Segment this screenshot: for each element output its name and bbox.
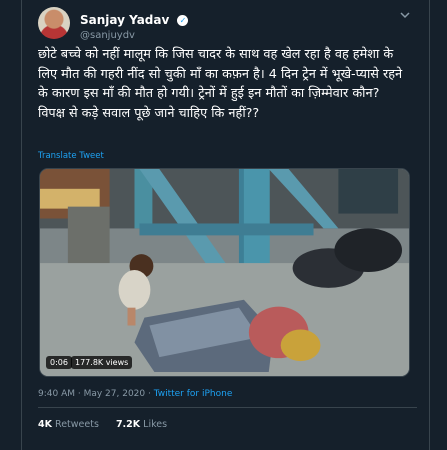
avatar[interactable] [38,7,70,39]
video-view-count: 177.8K views [71,356,133,369]
translate-tweet-link[interactable]: Translate Tweet [38,151,104,161]
tweet-stats: 4K Retweets 7.2K Likes [38,419,181,430]
retweets-label: Retweets [55,419,99,430]
tweet-timestamp[interactable]: 9:40 AM · May 27, 2020 · [38,389,154,399]
user-info[interactable]: Sanjay Yadav ✓ @sanjuydv [80,9,189,41]
video-player[interactable]: 0:06 177.8K views [39,168,410,377]
video-thumbnail [40,169,409,376]
retweets-stat[interactable]: 4K Retweets [38,419,99,430]
verified-badge-icon: ✓ [177,15,189,26]
tweet-metadata: 9:40 AM · May 27, 2020 · Twitter for iPh… [38,389,232,399]
chevron-down-icon[interactable] [399,9,411,21]
tweet-text: छोटे बच्चे को नहीं मालूम कि जिस चादर के … [38,47,407,121]
display-name[interactable]: Sanjay Yadav [80,13,169,27]
retweets-count: 4K [38,419,52,430]
tweet-header: Sanjay Yadav ✓ @sanjuydv [38,7,417,43]
divider [38,407,417,408]
video-elapsed-time: 0:06 [46,356,72,369]
tweet-source-link[interactable]: Twitter for iPhone [154,389,233,399]
tweet-card: Sanjay Yadav ✓ @sanjuydv छोटे बच्चे को न… [21,0,430,450]
user-handle[interactable]: @sanjuydv [80,30,188,41]
likes-label: Likes [143,419,168,430]
likes-stat[interactable]: 7.2K Likes [116,419,167,430]
likes-count: 7.2K [115,419,141,430]
